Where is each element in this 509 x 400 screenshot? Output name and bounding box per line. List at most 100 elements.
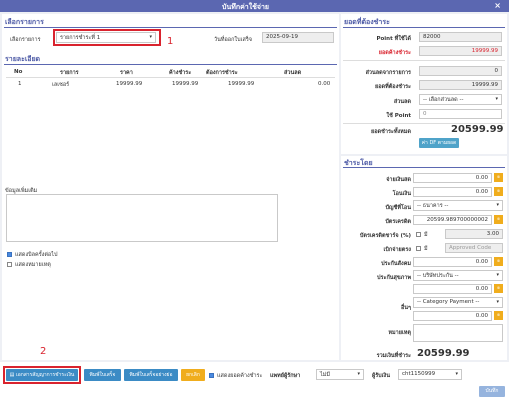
title-bar: บันทึกค่าใช้จ่าย ×	[0, 0, 509, 12]
account-select[interactable]: -- ธนาคาร -- ▾	[413, 200, 503, 211]
advance-check-label: มี	[424, 246, 428, 252]
chevron-down-icon: ▾	[357, 371, 360, 377]
total-paid-label: รวมเงินที่ชำระ	[376, 353, 411, 359]
col-discount: ส่วนลด	[284, 70, 302, 76]
receiver-label: ผู้รับเงิน	[372, 373, 390, 379]
col-price: ราคา	[120, 70, 133, 76]
other-label: อื่นๆ	[400, 305, 411, 311]
credit-label: บัตรเครดิต	[385, 219, 411, 225]
close-icon[interactable]: ×	[494, 1, 501, 10]
approved-code-input[interactable]: Approved Code	[445, 243, 503, 253]
date-field[interactable]: 2025-09-19	[262, 32, 334, 43]
outstanding-label: ยอดค้างชำระ	[378, 50, 411, 56]
other-select[interactable]: -- Category Payment -- ▾	[413, 297, 503, 308]
transfer-action-icon[interactable]: ๏	[494, 187, 503, 196]
chevron-down-icon: ▾	[496, 202, 499, 208]
cell-outstanding: 19999.99	[172, 81, 199, 87]
account-select-value: -- ธนาคาร --	[417, 203, 449, 209]
df-button[interactable]: ค่า DF ตามยอด	[419, 138, 459, 148]
use-point-label: ใช้ Point	[386, 113, 411, 119]
outstanding-field: 19999.99	[419, 46, 502, 56]
discount-select[interactable]: -- เลือกส่วนลด -- ▾	[419, 94, 502, 105]
credit-input[interactable]: 20599.989700000002	[413, 215, 492, 225]
receiver-select[interactable]: cht1150999 ▾	[398, 369, 462, 380]
approved-code-placeholder: Approved Code	[449, 245, 492, 251]
discount-items-label: ส่วนลดจากรายการ	[365, 70, 411, 76]
remark-textarea[interactable]	[413, 324, 503, 342]
divider	[343, 167, 505, 168]
insurance-input[interactable]: 0.00	[413, 284, 492, 294]
item-label: เลือกรายการ	[10, 37, 41, 43]
date-value: 2025-09-19	[266, 34, 298, 40]
show-remark-checkbox[interactable]	[7, 262, 12, 267]
doctor-label: แพทย์ผู้รักษา	[270, 373, 301, 379]
contract-doc-button[interactable]: ▤ เอกสารสัญญาการชำระเงิน	[6, 369, 78, 381]
use-point-input[interactable]: 0	[419, 109, 502, 119]
doctor-select-value: ไม่มี	[320, 372, 331, 378]
cash-label: จ่ายเงินสด	[386, 177, 411, 183]
col-pay: ต้องการชำระ	[206, 70, 238, 76]
summary-panel: ยอดที่ต้องชำระ Point ที่ใช้ได้ 82000 ยอด…	[341, 14, 507, 154]
print-short-receipt-button[interactable]: พิมพ์ใบเสร็จอย่างย่อ	[124, 369, 178, 381]
fee-input[interactable]: 3.00	[445, 229, 503, 239]
cash-action-icon[interactable]: ๏	[494, 173, 503, 182]
other-action-icon[interactable]: ๏	[494, 311, 503, 320]
marker-1: 1	[167, 36, 174, 47]
net-value: 20599.99	[451, 124, 504, 135]
show-outstanding-checkbox[interactable]	[209, 373, 214, 378]
use-point-value: 0	[423, 111, 427, 117]
doctor-select[interactable]: ไม่มี ▾	[316, 369, 364, 380]
show-remark-label: แสดงหมายเหตุ	[15, 262, 51, 268]
col-no: No	[14, 69, 23, 75]
outstanding-value: 19999.99	[471, 48, 498, 54]
cell-no: 1	[18, 81, 22, 87]
transfer-label: โอนเงิน	[392, 191, 411, 197]
other-select-value: -- Category Payment --	[417, 299, 480, 305]
credit-action-icon[interactable]: ๏	[494, 215, 503, 224]
divider	[343, 60, 505, 61]
social-input[interactable]: 0.00	[413, 257, 492, 267]
fee-value: 3.00	[486, 231, 499, 237]
total-due-label: ยอดที่ต้องชำระ	[374, 84, 411, 90]
other-value: 0.00	[475, 313, 488, 319]
transfer-input[interactable]: 0.00	[413, 187, 492, 197]
footer-bar: 2 ▤ เอกสารสัญญาการชำระเงิน พิมพ์ใบเสร็จ …	[0, 346, 509, 400]
cash-input[interactable]: 0.00	[413, 173, 492, 183]
total-due-value: 19999.99	[471, 82, 498, 88]
point-label: Point ที่ใช้ได้	[376, 36, 411, 42]
receiver-select-value: cht1150999	[402, 371, 436, 377]
discount-items-field: 0	[419, 66, 502, 76]
payment-panel: ชำระโดย จ่ายเงินสด 0.00 ๏ โอนเงิน 0.00 ๏…	[341, 156, 507, 360]
cell-item: เลเซอร์	[52, 82, 70, 88]
show-next-checkbox[interactable]	[7, 252, 12, 257]
insurance-value: 0.00	[475, 286, 488, 292]
cell-price: 19999.99	[116, 81, 143, 87]
left-panel: เลือกรายการ เลือกรายการ รายการชำระที่ 1 …	[2, 14, 339, 360]
chevron-down-icon: ▾	[496, 272, 499, 278]
social-label: ประกันสังคม	[381, 261, 411, 267]
advance-checkbox[interactable]	[416, 246, 421, 251]
date-label: วันที่ออกใบเสร็จ	[214, 37, 253, 43]
save-button[interactable]: บันทึก	[479, 386, 505, 397]
cell-pay: 19999.99	[228, 81, 255, 87]
cancel-button[interactable]: ยกเลิก	[181, 369, 205, 381]
insurance-action-icon[interactable]: ๏	[494, 284, 503, 293]
notes-textarea[interactable]	[6, 194, 278, 242]
print-receipt-button[interactable]: พิมพ์ใบเสร็จ	[84, 369, 121, 381]
insurance-label: ประกันสุขภาพ	[377, 275, 411, 281]
insurance-select[interactable]: -- บริษัทประกัน -- ▾	[413, 270, 503, 281]
chevron-down-icon: ▾	[496, 299, 499, 305]
discount-select-value: -- เลือกส่วนลด --	[423, 97, 464, 103]
table-divider	[6, 77, 335, 78]
total-paid-value: 20599.99	[417, 348, 470, 359]
chevron-down-icon: ▾	[455, 371, 458, 377]
fee-check-label: มี	[424, 232, 428, 238]
col-item: รายการ	[60, 70, 79, 76]
show-next-label: แสดงบิลครั้งต่อไป	[15, 252, 58, 258]
social-action-icon[interactable]: ๏	[494, 257, 503, 266]
net-label: ยอดชำระทั้งหมด	[371, 129, 411, 135]
show-outstanding-label: แสดงยอดค้างชำระ	[217, 373, 263, 379]
window-title: บันทึกค่าใช้จ่าย	[222, 3, 269, 11]
fee-checkbox[interactable]	[416, 232, 421, 237]
other-input[interactable]: 0.00	[413, 311, 492, 321]
